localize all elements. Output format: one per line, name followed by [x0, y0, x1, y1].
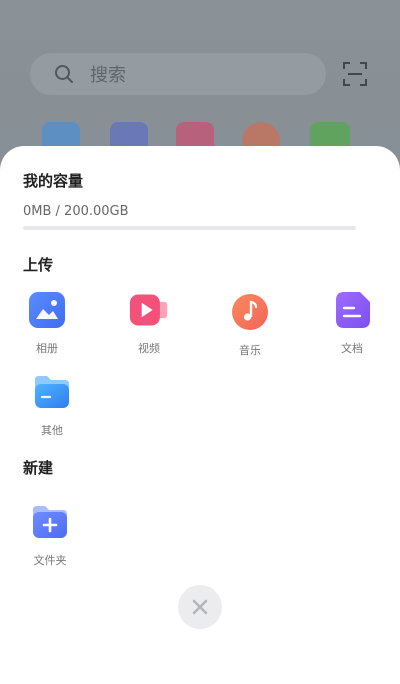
capacity-progress-bar — [23, 226, 356, 230]
upload-video-label: 视频 — [138, 342, 160, 355]
upload-bottom-sheet: 我的容量 0MB / 200.00GB 上传 相册 视频 音乐 文档 其他 新建… — [0, 146, 400, 684]
upload-photo-album-label: 相册 — [36, 342, 58, 355]
capacity-usage-text: 0MB / 200.00GB — [23, 204, 129, 219]
document-icon — [336, 292, 370, 328]
close-button[interactable] — [178, 585, 222, 629]
search-icon — [55, 65, 73, 83]
upload-document-label: 文档 — [341, 342, 363, 355]
upload-section-title: 上传 — [23, 256, 54, 274]
new-folder-icon — [33, 506, 67, 538]
search-bar: 搜索 — [30, 53, 326, 95]
upload-document[interactable]: 文档 — [324, 290, 380, 356]
create-folder[interactable]: 文件夹 — [22, 502, 78, 568]
other-folder-icon — [35, 376, 69, 408]
upload-photo-album[interactable]: 相册 — [19, 290, 75, 356]
create-folder-label: 文件夹 — [33, 554, 67, 567]
close-icon — [192, 599, 208, 615]
capacity-title: 我的容量 — [23, 172, 84, 190]
upload-other-label: 其他 — [41, 424, 63, 437]
upload-music-label: 音乐 — [239, 344, 261, 357]
scan-icon — [343, 62, 367, 86]
upload-music[interactable]: 音乐 — [222, 292, 278, 358]
search-placeholder: 搜索 — [90, 65, 126, 86]
upload-video[interactable]: 视频 — [121, 290, 177, 356]
video-icon — [129, 294, 168, 326]
upload-other[interactable]: 其他 — [24, 372, 80, 438]
photo-album-icon — [29, 292, 65, 328]
music-icon — [232, 294, 268, 330]
create-section-title: 新建 — [23, 459, 54, 477]
